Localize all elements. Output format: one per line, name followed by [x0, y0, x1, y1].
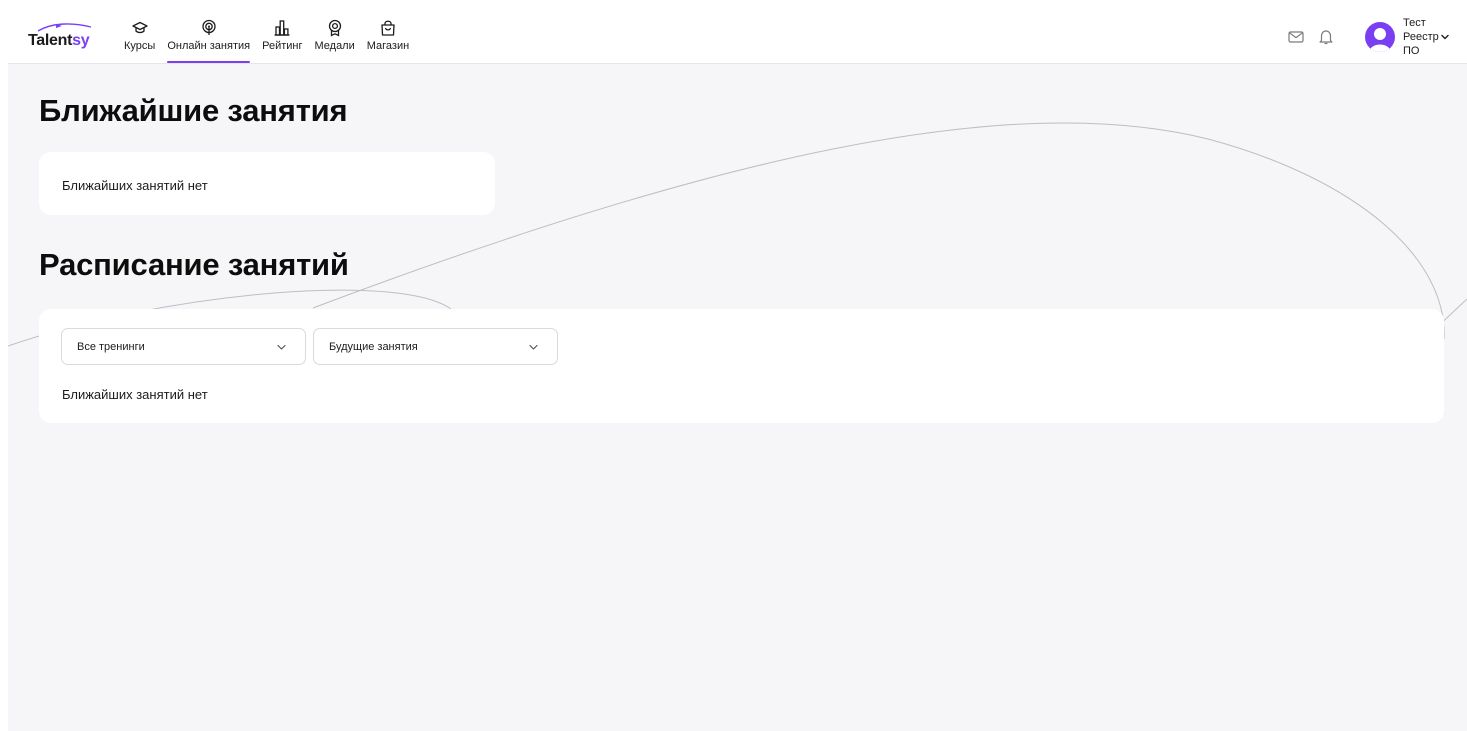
header-right-tools: Тест Реестр ПО — [1287, 9, 1467, 64]
bell-icon[interactable] — [1317, 28, 1335, 46]
medal-icon — [328, 19, 341, 37]
nav-item-online-lessons[interactable]: Онлайн занятия — [161, 9, 256, 64]
bar-chart-icon — [274, 20, 290, 36]
chevron-down-icon[interactable] — [1439, 31, 1451, 43]
shopping-bag-icon — [381, 20, 395, 36]
training-filter-select[interactable]: Все тренинги — [61, 328, 306, 365]
period-filter-select[interactable]: Будущие занятия — [313, 328, 558, 365]
user-name-line: ПО — [1403, 44, 1420, 57]
graduation-cap-icon — [132, 21, 148, 34]
nearest-lessons-title: Ближайшие занятия — [39, 93, 348, 128]
user-name-line: Тест — [1403, 16, 1426, 29]
nearest-empty-text: Ближайших занятий нет — [62, 178, 208, 193]
logo-text: Talentsy — [28, 32, 90, 49]
user-name-line: Реестр — [1403, 30, 1439, 43]
nav-label: Курсы — [124, 40, 156, 52]
mail-icon[interactable] — [1287, 28, 1305, 46]
schedule-card: Все тренинги Будущие занятия Ближайших з… — [39, 309, 1444, 423]
top-navigation-bar: Talentsy Курсы Онлайн занятия Рейтинг Ме… — [8, 9, 1467, 64]
nav-item-medals[interactable]: Медали — [308, 9, 360, 64]
broadcast-icon — [202, 19, 216, 35]
nearest-lessons-card: Ближайших занятий нет — [39, 152, 495, 215]
period-filter-value: Будущие занятия — [329, 341, 418, 353]
chevron-down-icon — [529, 344, 538, 350]
avatar-silhouette — [1369, 27, 1391, 52]
nav-item-rating[interactable]: Рейтинг — [256, 9, 308, 64]
nav-label: Медали — [314, 40, 355, 52]
nav-item-shop[interactable]: Магазин — [361, 9, 415, 64]
nav-item-courses[interactable]: Курсы — [118, 9, 161, 64]
user-avatar-icon[interactable] — [1365, 21, 1395, 52]
chevron-down-icon — [277, 344, 286, 350]
training-filter-value: Все тренинги — [77, 341, 145, 353]
page-background: Talentsy Курсы Онлайн занятия Рейтинг Ме… — [8, 9, 1467, 731]
nav-label: Магазин — [366, 40, 410, 52]
user-name[interactable]: Тест Реестр ПО — [1403, 16, 1439, 58]
nav-label: Онлайн занятия — [167, 40, 251, 52]
schedule-title: Расписание занятий — [39, 247, 349, 282]
main-nav: Курсы Онлайн занятия Рейтинг Медали Мага… — [118, 9, 415, 64]
nav-label: Рейтинг — [262, 40, 303, 52]
talentsy-logo[interactable]: Talentsy — [28, 21, 110, 51]
schedule-empty-text: Ближайших занятий нет — [62, 387, 208, 402]
